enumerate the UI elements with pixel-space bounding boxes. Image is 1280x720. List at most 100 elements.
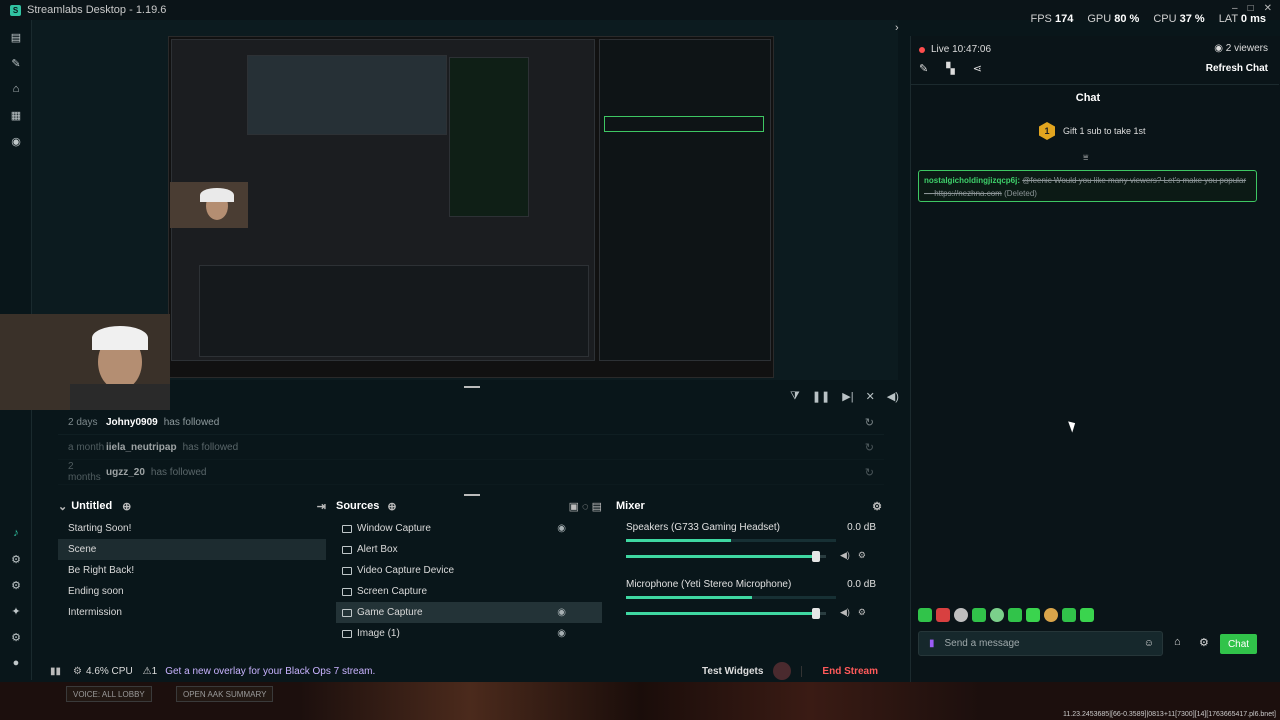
- alert-box-icon: [342, 545, 352, 554]
- gamepad-icon: [342, 608, 352, 617]
- volume-slider[interactable]: [626, 550, 826, 562]
- integrations-icon[interactable]: ⚙: [0, 546, 32, 572]
- editor-icon[interactable]: ▤: [0, 24, 32, 50]
- emote-icon[interactable]: [954, 608, 968, 622]
- scene-collection-title[interactable]: Untitled: [71, 500, 112, 512]
- channel-name: Microphone (Yeti Stereo Microphone): [626, 579, 792, 590]
- pinned-icon[interactable]: ⩸: [1083, 152, 1088, 163]
- emote-icon[interactable]: [972, 608, 986, 622]
- emote-icon[interactable]: [1062, 608, 1076, 622]
- store-icon[interactable]: ⌂: [0, 76, 32, 102]
- mixer-title: Mixer: [616, 500, 645, 512]
- emote-icon[interactable]: [1080, 608, 1094, 622]
- scene-transitions-icon[interactable]: ⇥: [317, 500, 326, 513]
- slider-fill: [626, 611, 816, 615]
- add-source-icon[interactable]: ⊕: [387, 500, 396, 513]
- apps-icon[interactable]: ⚙: [0, 572, 32, 598]
- window-icon: [342, 524, 352, 533]
- record-icon[interactable]: [773, 662, 792, 680]
- chat-input[interactable]: ▮ Send a message ☺: [918, 631, 1163, 656]
- camera-icon: [342, 566, 352, 575]
- source-item[interactable]: Window Capture ◉: [336, 518, 602, 539]
- resize-handle[interactable]: [464, 386, 480, 388]
- microphone-icon[interactable]: ▮: [929, 638, 935, 649]
- nested-dock: [199, 265, 589, 357]
- scene-item[interactable]: Starting Soon!: [58, 518, 326, 539]
- add-scene-icon[interactable]: ⊕: [122, 500, 131, 513]
- slider-knob[interactable]: [812, 607, 820, 619]
- themes-icon[interactable]: ✎: [0, 50, 32, 76]
- filter-icon[interactable]: ⧩: [790, 390, 800, 403]
- emote-icon[interactable]: [1008, 608, 1022, 622]
- end-stream-button[interactable]: End Stream: [801, 665, 898, 677]
- skip-icon[interactable]: ▶|: [842, 390, 853, 403]
- channel-db: 0.0 dB: [847, 522, 876, 533]
- visibility-icon[interactable]: ◉: [557, 628, 566, 639]
- scene-item[interactable]: Scene: [58, 539, 326, 560]
- source-item[interactable]: Alert Box: [336, 539, 602, 560]
- chat-send-button[interactable]: Chat: [1220, 634, 1257, 654]
- speaker-icon[interactable]: ◀): [840, 607, 850, 618]
- speaker-icon[interactable]: ◀): [840, 550, 850, 561]
- nested-chat-message: [604, 116, 764, 132]
- source-item[interactable]: Game Capture ◉: [336, 602, 602, 623]
- source-tools-icon[interactable]: ▣ ◌ ▤: [569, 500, 602, 513]
- event-row: 2 months ugzz_20 has followed ↻: [58, 460, 884, 485]
- replay-icon[interactable]: ↻: [865, 441, 874, 454]
- slider-knob[interactable]: [812, 550, 820, 562]
- promo-link[interactable]: Get a new overlay for your Black Ops 7 s…: [165, 666, 375, 677]
- pause-icon[interactable]: ❚❚: [812, 390, 830, 403]
- sources-title: Sources: [336, 500, 380, 512]
- settings-icon[interactable]: ⚙: [0, 624, 32, 650]
- warning-icon[interactable]: ⚠1: [143, 666, 158, 677]
- volume-icon[interactable]: ◀): [887, 390, 899, 403]
- message-username[interactable]: nostalgicholdingjizqcp6j:: [924, 176, 1020, 185]
- mute-alerts-icon[interactable]: ✕: [866, 390, 875, 403]
- live-icon[interactable]: ◉: [0, 128, 32, 154]
- chat-settings-icon[interactable]: ⚙: [1199, 636, 1209, 649]
- dashboard-icon[interactable]: ▚: [946, 62, 954, 75]
- channel-settings-icon[interactable]: ⚙: [858, 607, 866, 618]
- test-widgets-button[interactable]: Test Widgets: [702, 666, 763, 677]
- visibility-icon[interactable]: ◉: [557, 523, 566, 534]
- edit-stream-info-icon[interactable]: ✎: [919, 62, 928, 75]
- emote-bar: [918, 608, 1094, 622]
- chevron-down-icon[interactable]: ⌄: [58, 500, 67, 513]
- highlighter-icon[interactable]: ✦: [0, 598, 32, 624]
- stats-chart-icon[interactable]: ▮▮: [50, 666, 61, 677]
- emote-icon[interactable]: [918, 608, 932, 622]
- replay-icon[interactable]: ↻: [865, 416, 874, 429]
- tiktok-icon[interactable]: ♪: [0, 520, 32, 546]
- emote-icon[interactable]: [936, 608, 950, 622]
- deleted-tag: (Deleted): [1004, 189, 1037, 198]
- gift-sub-banner[interactable]: 1 Gift 1 sub to take 1st: [1039, 122, 1146, 140]
- preview-canvas[interactable]: [168, 36, 774, 378]
- channel-settings-icon[interactable]: ⚙: [858, 550, 866, 561]
- emoji-icon[interactable]: ☺: [1144, 638, 1154, 649]
- studio-mode-icon[interactable]: ▦: [0, 102, 32, 128]
- streamlabs-logo-icon: S: [10, 4, 21, 16]
- share-icon[interactable]: ⋖: [973, 62, 982, 75]
- collapse-chat-icon[interactable]: ›: [895, 22, 899, 34]
- scene-item[interactable]: Ending soon: [58, 581, 326, 602]
- emote-icon[interactable]: [1044, 608, 1058, 622]
- refresh-chat-button[interactable]: Refresh Chat: [1206, 63, 1268, 74]
- source-item[interactable]: Screen Capture: [336, 581, 602, 602]
- scene-item[interactable]: Intermission: [58, 602, 326, 623]
- visibility-icon[interactable]: ◉: [557, 607, 566, 618]
- volume-slider[interactable]: [626, 607, 826, 619]
- scene-item[interactable]: Be Right Back!: [58, 560, 326, 581]
- source-item[interactable]: Image (1) ◉: [336, 623, 602, 644]
- source-item[interactable]: Video Capture Device: [336, 560, 602, 581]
- sources-panel: Sources ⊕ ▣ ◌ ▤ Window Capture ◉ Alert Bo…: [336, 496, 602, 650]
- replay-icon[interactable]: ↻: [865, 466, 874, 479]
- game-art: [300, 682, 980, 720]
- mixer-settings-icon[interactable]: ⚙: [872, 500, 882, 513]
- store-chat-icon[interactable]: ⌂: [1174, 636, 1181, 648]
- emote-icon[interactable]: [1026, 608, 1040, 622]
- emote-icon[interactable]: [990, 608, 1004, 622]
- viewer-count: 2 viewers: [1225, 43, 1268, 54]
- live-timer: Live 10:47:06: [931, 44, 992, 55]
- profile-icon[interactable]: ●: [0, 650, 32, 676]
- webcam-overlay: [0, 314, 170, 410]
